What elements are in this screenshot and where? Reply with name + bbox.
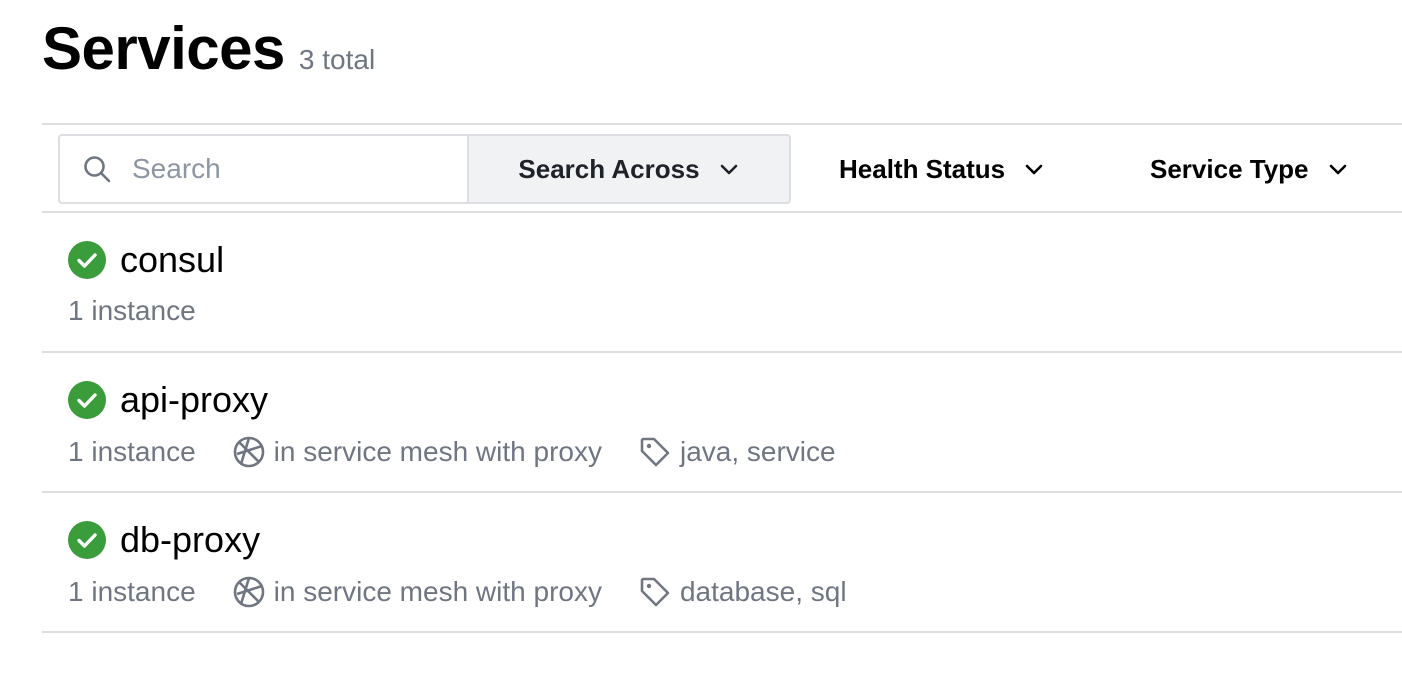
service-name-link[interactable]: api-proxy xyxy=(120,378,268,422)
mesh-status: in service mesh with proxy xyxy=(232,575,602,609)
mesh-icon xyxy=(232,575,266,609)
services-count: 3 total xyxy=(298,44,376,75)
service-name-link[interactable]: consul xyxy=(120,238,224,282)
services-list: consul 1 instance api-proxy 1 instance i… xyxy=(42,213,1402,633)
service-title: consul xyxy=(68,238,224,282)
service-row[interactable]: api-proxy 1 instance in service mesh wit… xyxy=(42,353,1402,493)
tags-label: java, service xyxy=(679,436,836,467)
service-meta: 1 instance xyxy=(68,295,196,327)
search-across-label: Search Across xyxy=(518,153,700,184)
page-header: Services 3 total xyxy=(42,14,375,84)
services-page: Services 3 total Search Across Health St… xyxy=(0,0,1402,692)
tags-label: database, sql xyxy=(679,576,847,607)
check-circle-icon xyxy=(68,521,106,559)
service-tags: database, sql xyxy=(638,575,847,609)
chevron-down-icon xyxy=(1023,158,1045,180)
instance-count: 1 instance xyxy=(68,436,196,467)
mesh-label: in service mesh with proxy xyxy=(273,576,602,607)
tag-icon xyxy=(638,575,672,609)
search-icon xyxy=(82,154,112,184)
instance-count: 1 instance xyxy=(68,295,196,326)
service-name-link[interactable]: db-proxy xyxy=(120,518,260,562)
check-circle-icon xyxy=(68,241,106,279)
search-box[interactable] xyxy=(58,134,467,204)
chevron-down-icon xyxy=(718,158,740,180)
health-status-filter[interactable]: Health Status xyxy=(839,134,1045,204)
mesh-status: in service mesh with proxy xyxy=(232,435,602,469)
service-type-filter[interactable]: Service Type xyxy=(1150,134,1349,204)
filter-toolbar: Search Across Health Status Service Type xyxy=(42,123,1402,213)
mesh-label: in service mesh with proxy xyxy=(273,436,602,467)
instance-count: 1 instance xyxy=(68,576,196,607)
health-status-label: Health Status xyxy=(839,153,1006,184)
service-row[interactable]: db-proxy 1 instance in service mesh with… xyxy=(42,493,1402,633)
service-title: db-proxy xyxy=(68,518,260,562)
service-tags: java, service xyxy=(638,435,836,469)
search-input[interactable] xyxy=(130,152,464,186)
service-meta: 1 instance in service mesh with proxy da… xyxy=(68,575,847,609)
service-type-label: Service Type xyxy=(1150,153,1309,184)
service-row[interactable]: consul 1 instance xyxy=(42,213,1402,353)
chevron-down-icon xyxy=(1327,158,1349,180)
service-meta: 1 instance in service mesh with proxy ja… xyxy=(68,435,836,469)
page-title: Services xyxy=(42,15,285,82)
check-circle-icon xyxy=(68,381,106,419)
search-across-button[interactable]: Search Across xyxy=(467,134,791,204)
service-title: api-proxy xyxy=(68,378,268,422)
mesh-icon xyxy=(232,435,266,469)
tag-icon xyxy=(638,435,672,469)
